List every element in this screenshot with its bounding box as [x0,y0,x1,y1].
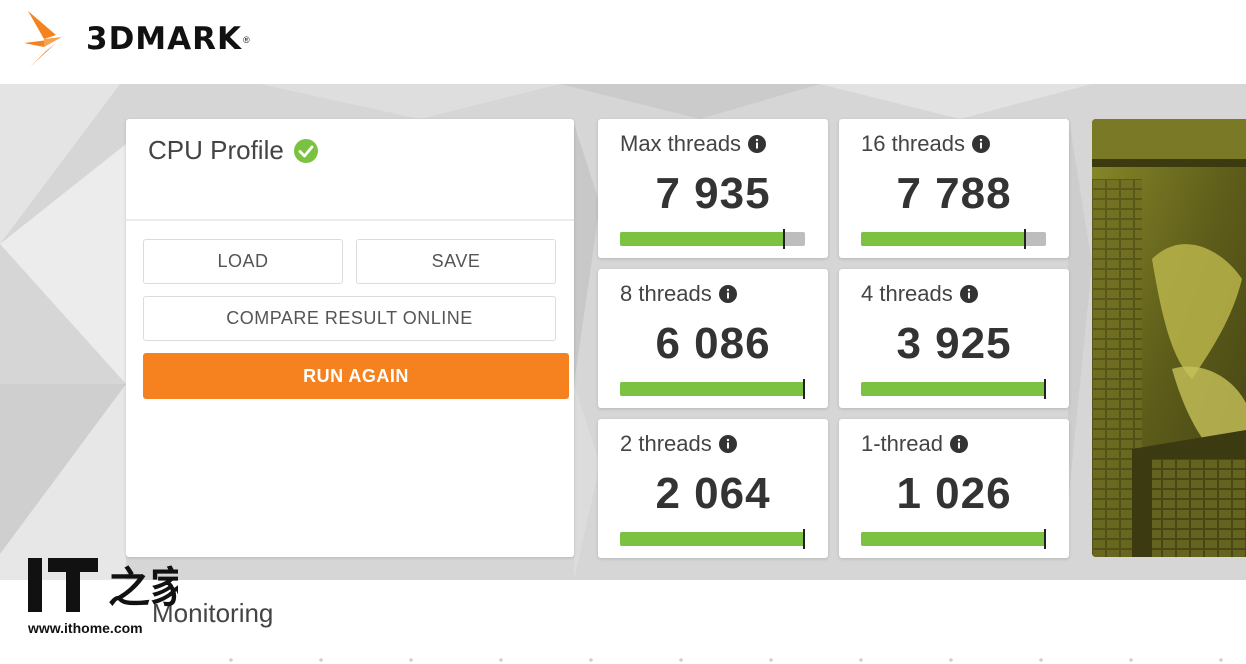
benchmark-name: CPU Profile [148,135,284,165]
score-bar-marker [1044,379,1046,399]
score-bar-fill [861,232,1026,246]
3dmark-logo-icon [24,11,62,67]
panel-divider [126,219,574,221]
score-bar-marker [803,529,805,549]
load-button[interactable]: LOAD [143,239,343,284]
info-icon[interactable] [959,285,978,303]
score-label: 8 threads [620,281,737,307]
watermark-url: www.ithome.com [28,620,143,636]
score-label: Max threads [620,131,767,157]
score-value: 6 086 [655,319,771,368]
score-label: 1-thread [861,431,968,457]
result-panel: CPU Profile LOAD SAVE COMPARE RESULT ONL… [126,119,574,557]
score-label-text: 2 threads [620,431,712,456]
score-bar [620,379,805,399]
run-again-button[interactable]: RUN AGAIN [143,353,569,399]
benchmark-scene-image [1092,119,1246,557]
score-bar-marker [1044,529,1046,549]
score-value: 7 935 [655,169,771,218]
score-card-max-threads: Max threads 7 935 [598,119,828,258]
compare-result-online-button[interactable]: COMPARE RESULT ONLINE [143,296,556,341]
registered-mark: ® [243,35,250,45]
3dmark-logo: 3DMARK ® [22,6,250,70]
score-bar [620,229,805,249]
score-bar-fill [861,532,1046,546]
check-circle-icon [293,138,318,163]
app-header: 3DMARK ® [0,0,1246,84]
scene-illustration [1092,119,1246,557]
info-icon[interactable] [748,135,767,153]
score-card-8-threads: 8 threads 6 086 [598,269,828,408]
score-label-text: 4 threads [861,281,953,306]
score-card-2-threads: 2 threads 2 064 [598,419,828,558]
score-bar-fill [620,532,805,546]
score-card-1-thread: 1-thread 1 026 [839,419,1069,558]
score-label-text: 8 threads [620,281,712,306]
score-bar [861,229,1046,249]
info-icon[interactable] [949,435,968,453]
result-title: CPU Profile [148,135,318,166]
score-bar [861,379,1046,399]
monitoring-section: Monitoring [126,582,1246,664]
score-bar-marker [803,379,805,399]
ithome-logo: 之家 [28,558,192,612]
score-bar-marker [782,229,785,249]
score-label-text: 16 threads [861,131,965,156]
score-value: 3 925 [896,319,1012,368]
info-icon[interactable] [971,135,990,153]
brand-name: 3DMARK [86,21,243,57]
score-label: 2 threads [620,431,737,457]
score-label: 4 threads [861,281,978,307]
monitoring-chart-preview [186,656,1226,664]
score-bar-fill [620,232,785,246]
score-label: 16 threads [861,131,990,157]
score-bar-fill [620,382,805,396]
save-button[interactable]: SAVE [356,239,556,284]
info-icon[interactable] [718,435,737,453]
score-bar [861,529,1046,549]
score-bar-marker [1023,229,1026,249]
score-bar-fill [861,382,1046,396]
score-bar [620,529,805,549]
score-card-16-threads: 16 threads 7 788 [839,119,1069,258]
score-value: 7 788 [896,169,1012,218]
watermark-logo-text: 之家 [108,563,178,612]
score-card-4-threads: 4 threads 3 925 [839,269,1069,408]
score-label-text: Max threads [620,131,742,156]
ithome-watermark: 之家 www.ithome.com [28,556,192,640]
score-value: 1 026 [896,469,1012,518]
score-label-text: 1-thread [861,431,943,456]
info-icon[interactable] [718,285,737,303]
score-value: 2 064 [655,469,771,518]
